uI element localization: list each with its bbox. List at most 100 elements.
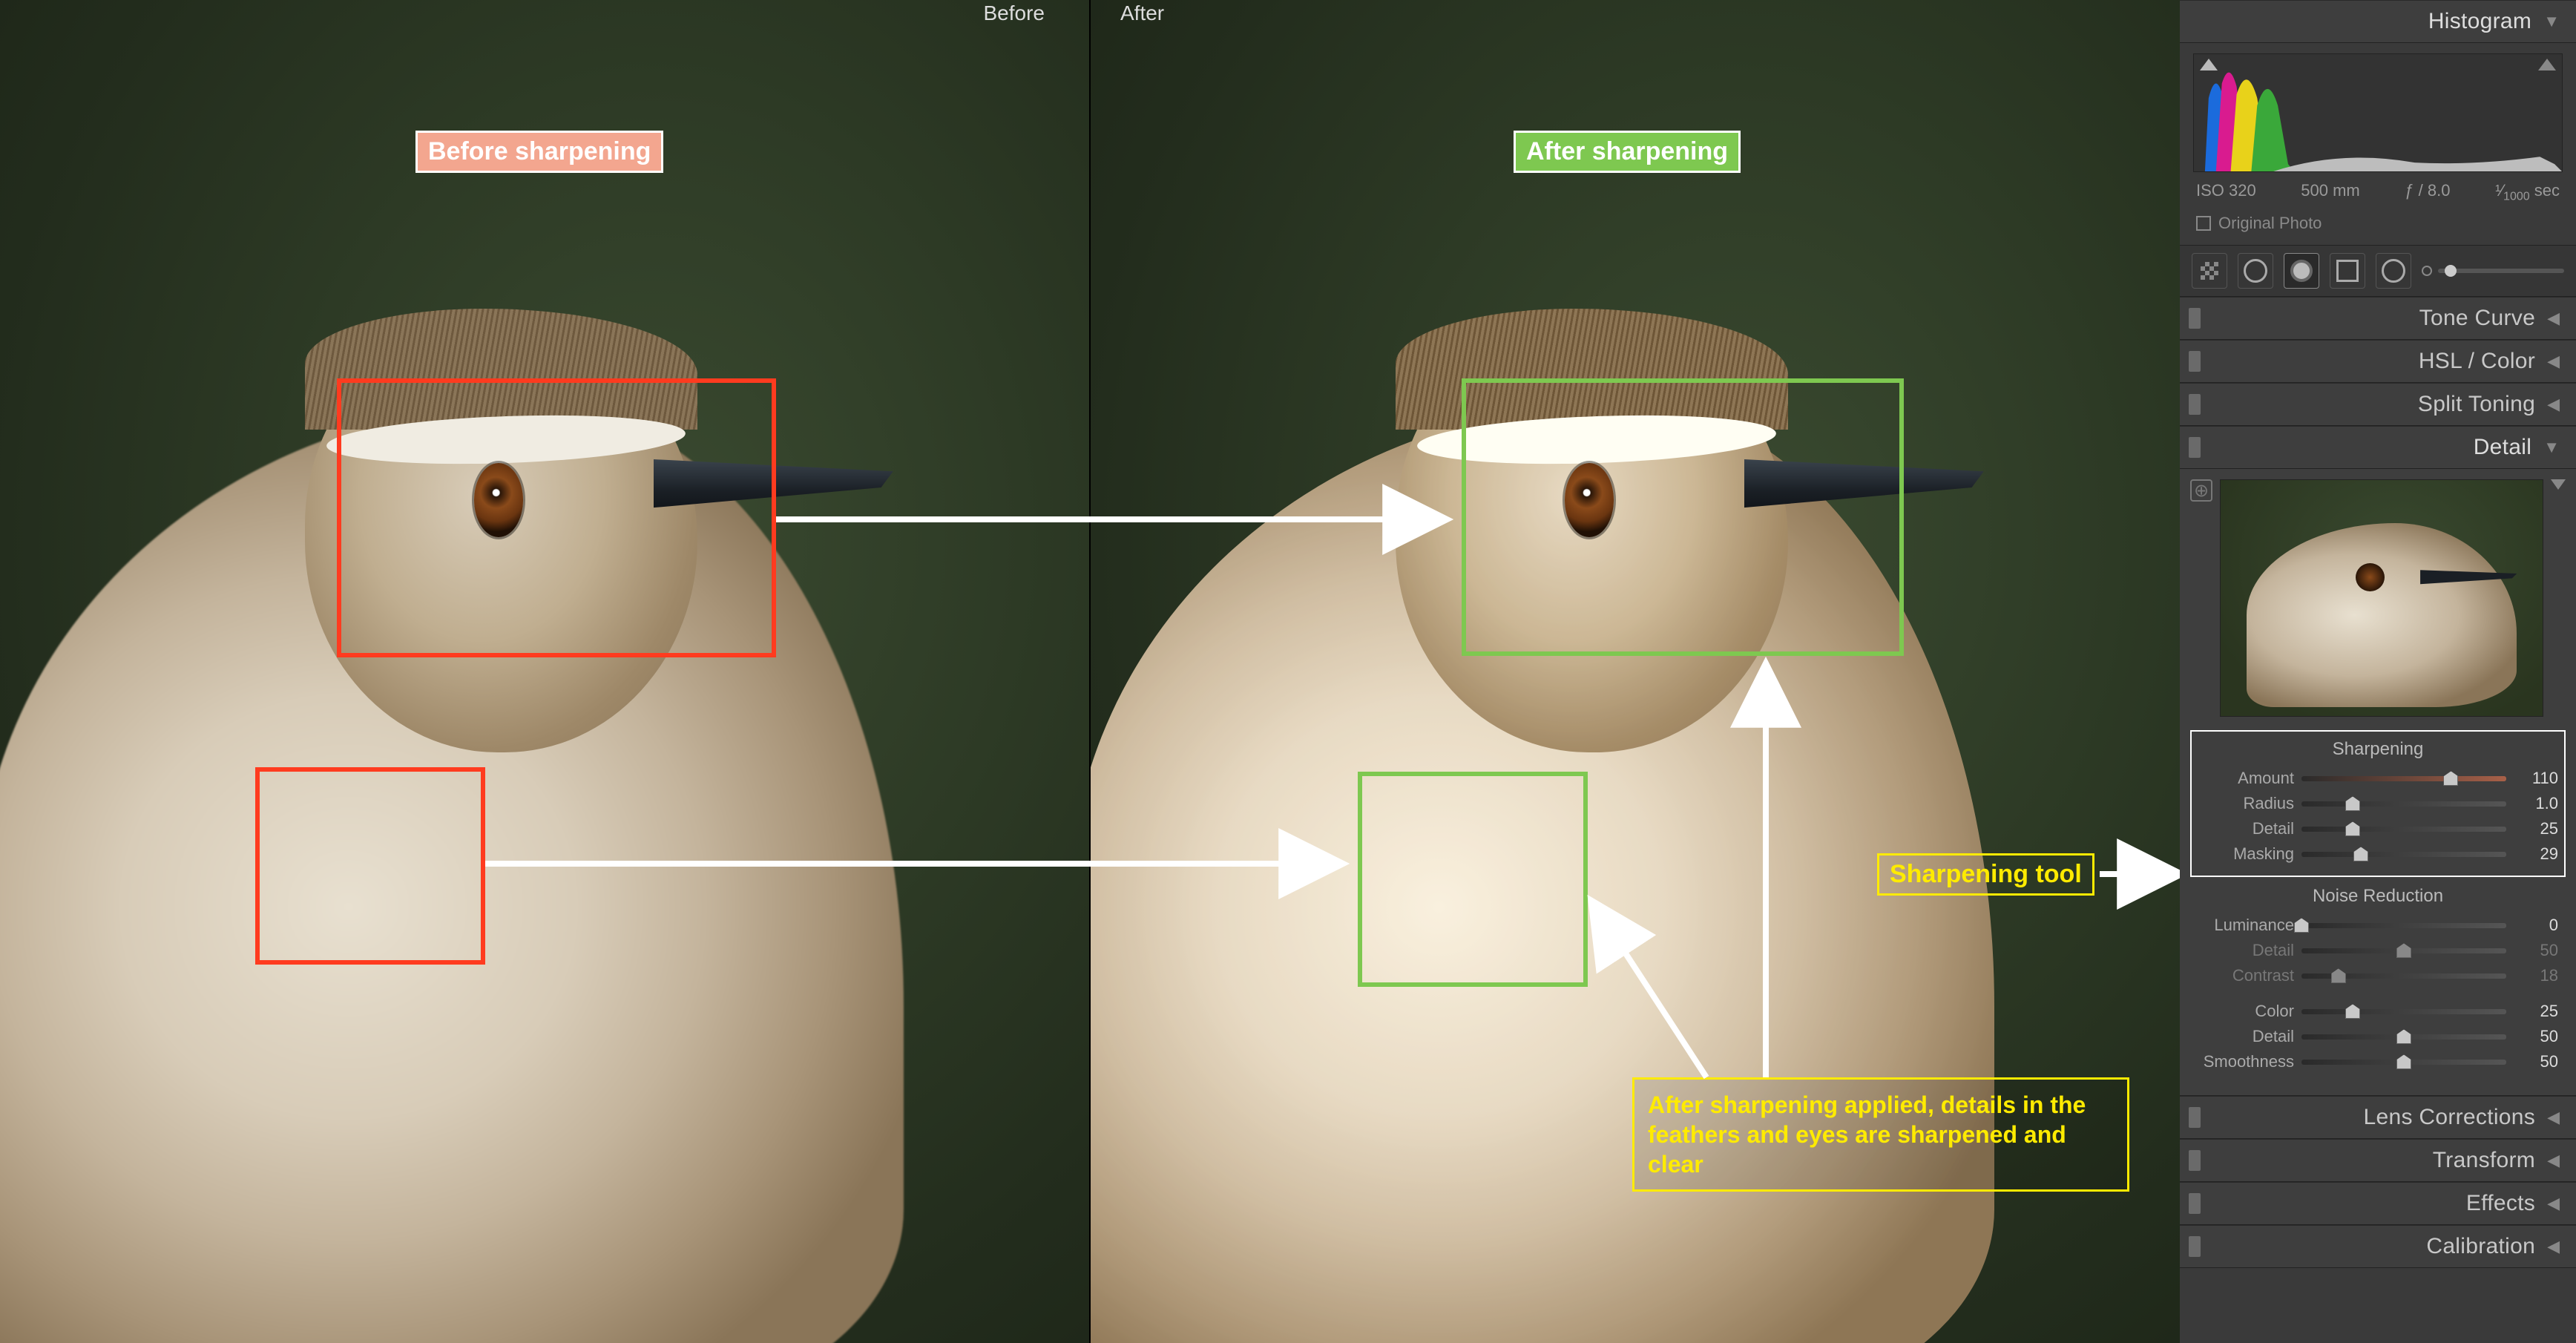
sharpening-title: Sharpening <box>2196 739 2560 766</box>
chevron-left-icon: ◀ <box>2547 395 2560 414</box>
after-sharpening-badge: After sharpening <box>1514 131 1741 173</box>
local-adjustments-toolbar <box>2180 245 2576 297</box>
sharpening-detail-label: Detail <box>2198 819 2294 838</box>
hsl-toggle[interactable] <box>2189 351 2201 372</box>
nr-color-detail-slider[interactable] <box>2301 1034 2506 1040</box>
histogram-title: Histogram <box>2428 9 2531 34</box>
detail-panel-header[interactable]: Detail ▼ <box>2180 426 2576 469</box>
sharpening-amount-slider[interactable] <box>2301 776 2506 781</box>
original-photo-row[interactable]: Original Photo <box>2193 211 2563 245</box>
effects-panel-header[interactable]: Effects ◀ <box>2180 1182 2576 1225</box>
effects-title: Effects <box>2466 1191 2535 1216</box>
transform-title: Transform <box>2433 1148 2535 1173</box>
detail-panel-body: ⊕ Sharpening Amount 110 Radius 1.0 Detai… <box>2180 469 2576 1096</box>
nr-lum-detail-slider[interactable] <box>2301 948 2506 953</box>
calibration-panel-header[interactable]: Calibration ◀ <box>2180 1225 2576 1268</box>
nr-contrast-value: 18 <box>2514 966 2558 985</box>
before-label: Before <box>984 1 1045 25</box>
split-toning-toggle[interactable] <box>2189 394 2201 415</box>
histogram-chart[interactable] <box>2193 53 2563 172</box>
sharpening-detail-row: Detail 25 <box>2196 816 2560 841</box>
nr-smoothness-row: Smoothness 50 <box>2196 1049 2560 1074</box>
chevron-left-icon: ◀ <box>2547 1151 2560 1170</box>
graduated-filter-tool-button[interactable] <box>2330 253 2365 289</box>
sharpening-detail-value[interactable]: 25 <box>2514 819 2558 838</box>
detail-target-picker[interactable]: ⊕ <box>2190 479 2212 502</box>
sharpening-radius-label: Radius <box>2198 794 2294 813</box>
nr-smoothness-value[interactable]: 50 <box>2514 1052 2558 1071</box>
spot-removal-tool-button[interactable] <box>2238 253 2273 289</box>
exif-focal-length: 500 mm <box>2301 181 2359 203</box>
nr-luminance-slider[interactable] <box>2301 923 2506 928</box>
sharpening-tool-callout: Sharpening tool <box>1877 853 2094 896</box>
after-eye-region-box <box>1462 378 1904 656</box>
sharpening-section: Sharpening Amount 110 Radius 1.0 Detail … <box>2190 730 2566 877</box>
redeye-tool-button[interactable] <box>2284 253 2319 289</box>
histogram-disclosure-icon: ▼ <box>2543 12 2560 31</box>
hsl-color-title: HSL / Color <box>2419 349 2535 374</box>
detail-toggle[interactable] <box>2189 437 2201 458</box>
before-bird-image <box>0 0 1089 1343</box>
original-photo-checkbox[interactable] <box>2196 216 2211 231</box>
noise-reduction-section: Noise Reduction Luminance 0 Detail 50 Co… <box>2190 877 2566 1085</box>
transform-panel-header[interactable]: Transform ◀ <box>2180 1139 2576 1182</box>
before-label-bar: Before <box>0 0 1089 27</box>
sharpening-masking-slider[interactable] <box>2301 852 2506 857</box>
noise-reduction-title: Noise Reduction <box>2196 886 2560 913</box>
nr-smoothness-slider[interactable] <box>2301 1060 2506 1065</box>
exif-aperture: ƒ / 8.0 <box>2405 181 2450 203</box>
nr-lum-detail-value: 50 <box>2514 941 2558 960</box>
nr-color-detail-row: Detail 50 <box>2196 1024 2560 1049</box>
radial-filter-tool-button[interactable] <box>2376 253 2411 289</box>
nr-lum-detail-row: Detail 50 <box>2196 938 2560 963</box>
nr-color-label: Color <box>2198 1002 2294 1021</box>
nr-color-detail-value[interactable]: 50 <box>2514 1027 2558 1046</box>
sharpening-radius-row: Radius 1.0 <box>2196 791 2560 816</box>
split-toning-panel-header[interactable]: Split Toning ◀ <box>2180 383 2576 426</box>
develop-sidebar: Histogram ▼ ISO 320 500 mm ƒ / 8.0 ¹⁄100… <box>2180 0 2576 1343</box>
tone-curve-title: Tone Curve <box>2419 306 2535 331</box>
before-pane[interactable]: Before <box>0 0 1089 1343</box>
detail-disclosure-icon: ▼ <box>2543 438 2560 457</box>
histogram-panel-body: ISO 320 500 mm ƒ / 8.0 ¹⁄1000 sec Origin… <box>2180 43 2576 245</box>
shadow-clipping-indicator[interactable] <box>2200 59 2218 70</box>
nr-smoothness-label: Smoothness <box>2198 1052 2294 1071</box>
detail-preview-disclosure-icon[interactable] <box>2551 479 2566 490</box>
nr-luminance-label: Luminance <box>2198 916 2294 935</box>
before-sharpening-badge: Before sharpening <box>415 131 663 173</box>
sharpening-radius-slider[interactable] <box>2301 801 2506 807</box>
chevron-left-icon: ◀ <box>2547 1237 2560 1256</box>
compare-canvas[interactable]: Before After Before sharpening After sha… <box>0 0 2180 1343</box>
detail-preview-thumbnail[interactable] <box>2220 479 2543 717</box>
hsl-color-panel-header[interactable]: HSL / Color ◀ <box>2180 340 2576 383</box>
nr-luminance-value[interactable]: 0 <box>2514 916 2558 935</box>
nr-color-row: Color 25 <box>2196 999 2560 1024</box>
exif-metadata-row: ISO 320 500 mm ƒ / 8.0 ¹⁄1000 sec <box>2193 172 2563 211</box>
calibration-toggle[interactable] <box>2189 1236 2201 1257</box>
sharpening-amount-value[interactable]: 110 <box>2514 769 2558 788</box>
tone-curve-toggle[interactable] <box>2189 308 2201 329</box>
after-label: After <box>1120 1 1164 25</box>
crop-tool-button[interactable] <box>2192 253 2227 289</box>
transform-toggle[interactable] <box>2189 1150 2201 1171</box>
brush-size-slider[interactable] <box>2422 266 2564 276</box>
nr-color-value[interactable]: 25 <box>2514 1002 2558 1021</box>
sharpening-amount-label: Amount <box>2198 769 2294 788</box>
sharpening-radius-value[interactable]: 1.0 <box>2514 794 2558 813</box>
lens-toggle[interactable] <box>2189 1107 2201 1128</box>
sharpening-masking-row: Masking 29 <box>2196 841 2560 867</box>
sharpening-detail-slider[interactable] <box>2301 827 2506 832</box>
histogram-panel-header[interactable]: Histogram ▼ <box>2180 0 2576 43</box>
highlight-clipping-indicator[interactable] <box>2538 59 2556 70</box>
nr-color-slider[interactable] <box>2301 1009 2506 1014</box>
after-feather-region-box <box>1358 772 1588 987</box>
brush-size-icon <box>2422 266 2432 276</box>
lens-corrections-panel-header[interactable]: Lens Corrections ◀ <box>2180 1096 2576 1139</box>
nr-lum-detail-label: Detail <box>2198 941 2294 960</box>
effects-toggle[interactable] <box>2189 1193 2201 1214</box>
sharpening-amount-row: Amount 110 <box>2196 766 2560 791</box>
sharpening-masking-value[interactable]: 29 <box>2514 844 2558 864</box>
nr-contrast-slider[interactable] <box>2301 973 2506 979</box>
tone-curve-panel-header[interactable]: Tone Curve ◀ <box>2180 297 2576 340</box>
exif-iso: ISO 320 <box>2196 181 2256 203</box>
